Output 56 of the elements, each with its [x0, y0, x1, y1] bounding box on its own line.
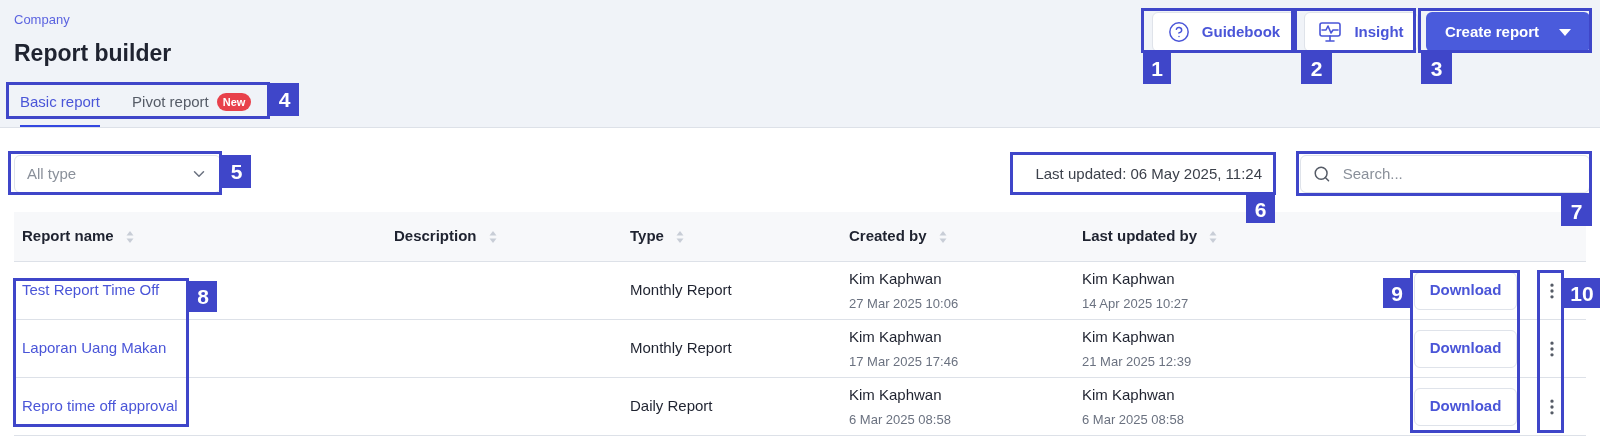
- callout-number: 6: [1246, 195, 1275, 223]
- last-updated-text: Last updated: 06 May 2025, 11:24: [1035, 163, 1262, 184]
- tab-label: Pivot report: [132, 91, 209, 112]
- new-badge: New: [216, 92, 252, 111]
- callout-number: 2: [1301, 53, 1332, 84]
- callout-number: 1: [1143, 53, 1171, 84]
- callout-number: 8: [189, 281, 217, 312]
- sort-icon[interactable]: [125, 229, 134, 244]
- insight-button[interactable]: Insight: [1304, 12, 1418, 52]
- callout-number: 4: [270, 83, 299, 116]
- tab[interactable]: Basic report: [20, 86, 101, 127]
- column-header: Type: [630, 226, 664, 247]
- callout-number: 10: [1564, 278, 1600, 308]
- table-cell-text: Kim Kaphwan: [849, 384, 943, 405]
- table-cell-text: Kim Kaphwan: [849, 326, 943, 347]
- table-cell-text: 17 Mar 2025 17:46: [849, 353, 960, 371]
- sort-icon[interactable]: [938, 229, 947, 244]
- callout-number: 7: [1561, 196, 1592, 226]
- report-name-link[interactable]: Laporan Uang Makan: [22, 337, 167, 360]
- table-cell-text: 21 Mar 2025 12:39: [1082, 353, 1193, 371]
- report-name-link[interactable]: Repro time off approval: [22, 395, 178, 418]
- callout-number: 3: [1421, 53, 1452, 84]
- table-cell-text: 14 Apr 2025 10:27: [1082, 295, 1190, 313]
- table-cell-text: 6 Mar 2025 08:58: [1082, 411, 1185, 429]
- column-header: Description: [394, 226, 477, 247]
- table-cell-text: Daily Report: [629, 396, 714, 417]
- table-cell-text: Kim Kaphwan: [1082, 384, 1176, 405]
- help-icon: [1167, 21, 1190, 43]
- sort-icon[interactable]: [675, 229, 684, 244]
- tab-label: Basic report: [20, 91, 101, 112]
- report-name-link[interactable]: Test Report Time Off: [22, 279, 160, 302]
- download-button[interactable]: Download: [1414, 329, 1517, 368]
- table-cell-text: Kim Kaphwan: [849, 268, 943, 289]
- callout-number: 5: [222, 155, 251, 188]
- column-header: Last updated by: [1082, 226, 1197, 247]
- page-title: Report builder: [14, 38, 172, 68]
- column-header: Created by: [849, 226, 927, 247]
- download-button[interactable]: Download: [1414, 387, 1517, 426]
- tab[interactable]: Pivot report New: [132, 86, 252, 127]
- sort-icon[interactable]: [488, 229, 497, 244]
- caret-icon: [1559, 28, 1572, 36]
- sort-icon[interactable]: [1209, 229, 1217, 244]
- table-cell-text: Kim Kaphwan: [1082, 268, 1176, 289]
- column-header: Report name: [22, 226, 114, 247]
- download-button[interactable]: Download: [1414, 271, 1517, 310]
- callout-number: 9: [1383, 278, 1411, 308]
- create-report-button[interactable]: Create report: [1426, 12, 1590, 52]
- search-icon: [1313, 164, 1331, 184]
- table-cell-text: 6 Mar 2025 08:58: [849, 411, 952, 429]
- table-cell-text: 27 Mar 2025 10:06: [849, 295, 960, 313]
- search-input[interactable]: Search...: [1342, 162, 1577, 186]
- table-cell-text: Monthly Report: [629, 280, 733, 301]
- table-cell-text: Kim Kaphwan: [1082, 326, 1176, 347]
- table-cell-text: Monthly Report: [629, 338, 733, 359]
- monitor-pulse-icon: [1318, 21, 1343, 43]
- breadcrumb[interactable]: Company: [14, 10, 172, 30]
